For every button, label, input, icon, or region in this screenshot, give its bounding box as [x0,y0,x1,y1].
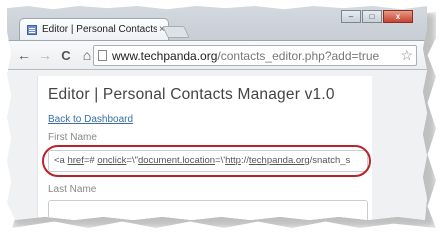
page-content: Editor | Personal Contacts Manager v1.0 … [7,70,427,220]
last-name-label: Last Name [48,184,97,195]
browser-toolbar: ← → C ⌂ www.techpanda.org/contacts_edito… [7,40,427,70]
close-window-button[interactable]: x [383,10,413,23]
minimize-button[interactable]: – [341,10,361,23]
new-tab-button[interactable] [162,26,190,38]
page-icon [98,50,107,61]
forward-arrow-icon[interactable]: → [36,47,54,63]
url-host: www.techpanda.org [112,48,218,63]
window-controls: – □ x [341,10,413,23]
address-bar[interactable]: www.techpanda.org/contacts_editor.php?ad… [93,45,417,66]
back-to-dashboard-link[interactable]: Back to Dashboard [48,114,133,125]
maximize-button[interactable]: □ [362,10,382,23]
browser-titlebar: Editor | Personal Contacts × – □ x [7,6,427,44]
browser-tab[interactable]: Editor | Personal Contacts × [19,18,169,40]
bookmark-star-icon[interactable]: ☆ [400,47,413,64]
page-title: Editor | Personal Contacts Manager v1.0 [48,86,335,103]
reload-icon[interactable]: C [57,48,75,63]
first-name-label: First Name [48,132,97,143]
last-name-field[interactable] [48,200,368,220]
screenshot-frame: Editor | Personal Contacts × – □ x ← → C… [7,6,427,220]
url-path: /contacts_editor.php?add=true [217,48,380,63]
tab-title: Editor | Personal Contacts [42,24,157,35]
back-arrow-icon[interactable]: ← [15,47,33,63]
page-favicon-icon [27,24,37,35]
editor-panel: Editor | Personal Contacts Manager v1.0 … [37,76,372,220]
red-highlight-oval [42,145,371,177]
